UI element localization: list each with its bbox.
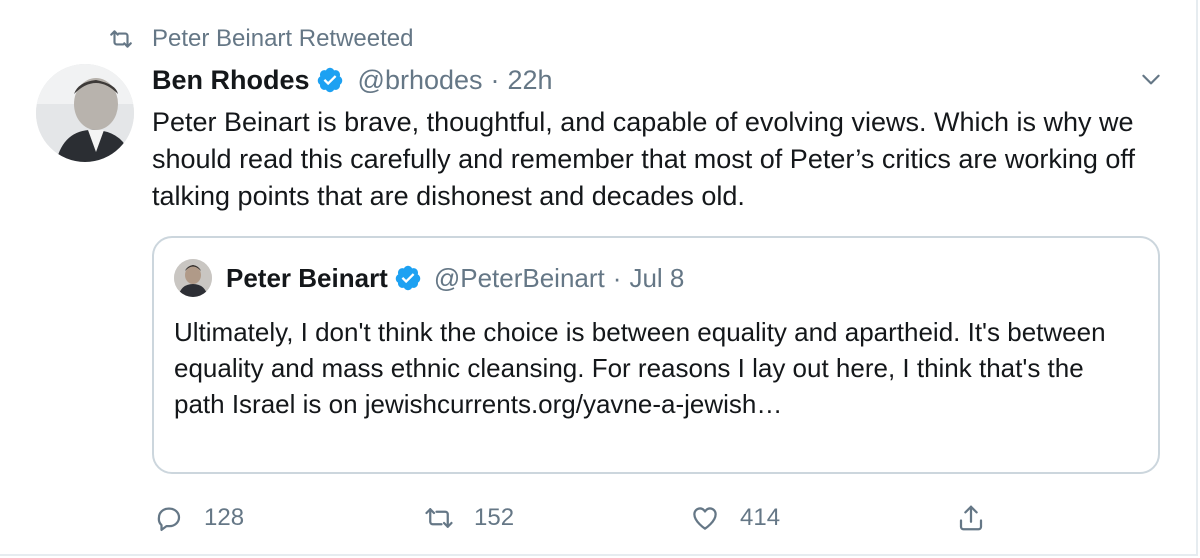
author-name[interactable]: Ben Rhodes	[152, 65, 310, 96]
retweet-banner: Peter Beinart Retweeted	[108, 22, 413, 56]
heart-icon	[693, 507, 717, 530]
retweet-count: 152	[474, 504, 515, 531]
reply-count: 128	[204, 504, 245, 531]
retweet-icon	[110, 30, 132, 48]
quoted-tweet-header: Peter Beinart @PeterBeinart · Jul 8	[174, 258, 684, 298]
retweet-icon	[425, 508, 453, 528]
quoted-author-name: Peter Beinart	[226, 262, 388, 293]
verified-badge-icon	[395, 265, 421, 291]
quoted-header-separator: ·	[612, 262, 622, 293]
like-button[interactable]: 414	[690, 498, 780, 538]
header-separator: ·	[490, 64, 500, 95]
verified-badge-icon	[317, 67, 342, 93]
like-count: 414	[740, 504, 781, 531]
retweet-button[interactable]: 152	[424, 498, 514, 538]
tweet-card[interactable]: Peter Beinart Retweeted Ben Rhodes @brho…	[0, 0, 1198, 556]
quoted-tweet[interactable]: Peter Beinart @PeterBeinart · Jul 8 Ulti…	[152, 236, 1160, 474]
quoted-tweet-text: Ultimately, I don't think the choice is …	[174, 317, 1106, 419]
author-avatar[interactable]	[36, 64, 134, 162]
tweet-timestamp[interactable]: 22h	[508, 65, 553, 96]
share-icon	[959, 505, 983, 531]
quoted-tweet-timestamp: Jul 8	[629, 262, 685, 293]
retweet-banner-text[interactable]: Peter Beinart Retweeted	[152, 25, 413, 53]
tweet-header: Ben Rhodes @brhodes · 22h	[152, 60, 553, 100]
share-button[interactable]	[956, 498, 1006, 538]
chevron-down-icon[interactable]	[1138, 66, 1164, 92]
quoted-author-handle: @PeterBeinart	[433, 262, 605, 293]
tweet-actions: 128 152 414	[154, 498, 1174, 538]
tweet-text: Peter Beinart is brave, thoughtful, and …	[152, 107, 1135, 211]
reply-icon	[157, 507, 181, 531]
reply-button[interactable]: 128	[154, 498, 244, 538]
quoted-author-avatar	[174, 259, 212, 297]
author-handle[interactable]: @brhodes	[358, 65, 483, 96]
